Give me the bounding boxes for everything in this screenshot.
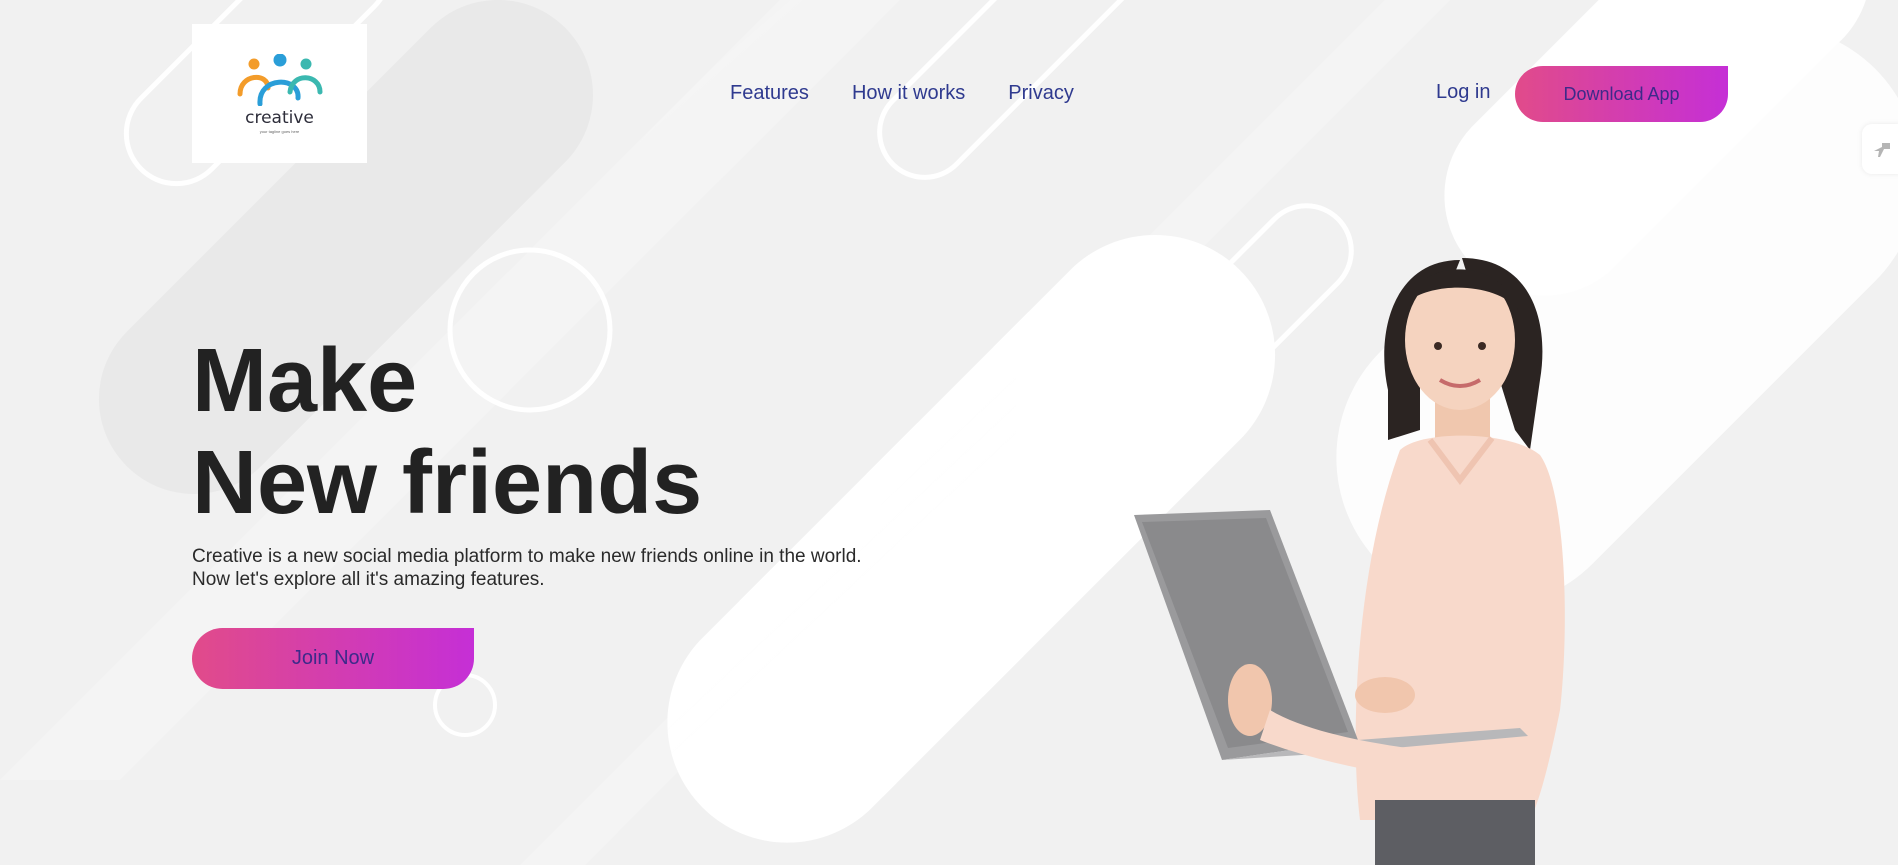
hero-title: Make New friends xyxy=(192,330,702,534)
main-nav: Features How it works Privacy xyxy=(730,82,1074,105)
tool-icon xyxy=(1874,143,1890,157)
logo-name: creative xyxy=(245,107,314,128)
download-app-button[interactable]: Download App xyxy=(1515,66,1728,122)
login-link[interactable]: Log in xyxy=(1436,81,1491,104)
hero-description: Creative is a new social media platform … xyxy=(192,545,952,591)
side-tool-tab[interactable] xyxy=(1862,124,1898,174)
hero-photo xyxy=(1134,258,1565,865)
hero-title-line-2: New friends xyxy=(192,433,703,533)
hero-description-line-1: Creative is a new social media platform … xyxy=(192,546,862,567)
people-logo-icon xyxy=(237,53,322,106)
logo[interactable]: creative your tagline goes here xyxy=(192,24,367,163)
hero-title-line-1: Make xyxy=(192,331,418,431)
nav-privacy[interactable]: Privacy xyxy=(1008,82,1074,105)
nav-features[interactable]: Features xyxy=(730,82,809,105)
join-now-button[interactable]: Join Now xyxy=(192,628,474,689)
nav-how-it-works[interactable]: How it works xyxy=(852,82,965,105)
logo-tagline: your tagline goes here xyxy=(259,128,300,134)
hero-description-line-2: Now let's explore all it's amazing featu… xyxy=(192,569,545,590)
